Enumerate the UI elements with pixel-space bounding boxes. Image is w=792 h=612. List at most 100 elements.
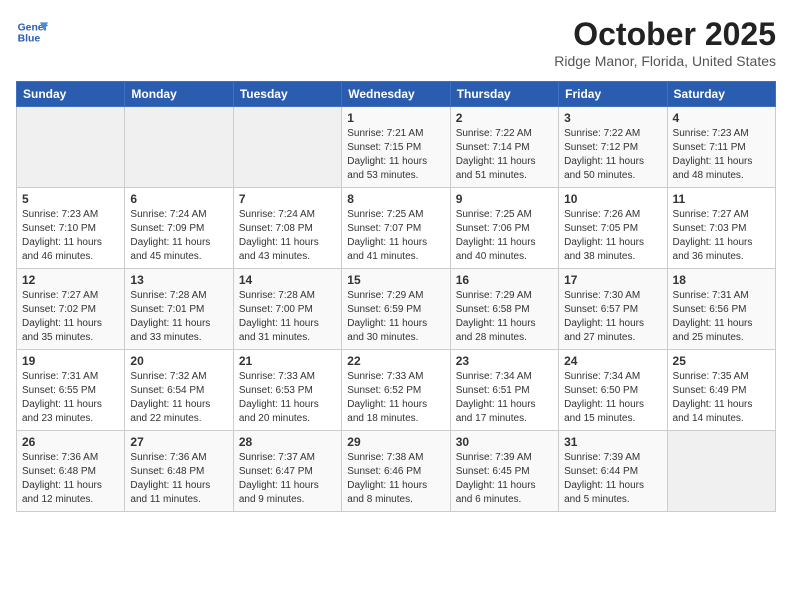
day-header-monday: Monday xyxy=(125,82,233,107)
day-info: Sunrise: 7:27 AM Sunset: 7:02 PM Dayligh… xyxy=(22,289,119,345)
calendar-week-4: 19 Sunrise: 7:31 AM Sunset: 6:55 PM Dayli… xyxy=(17,350,776,431)
day-number: 6 xyxy=(130,192,227,206)
title-block: October 2025 Ridge Manor, Florida, Unite… xyxy=(554,16,776,69)
day-info: Sunrise: 7:34 AM Sunset: 6:50 PM Dayligh… xyxy=(564,370,661,426)
calendar-week-3: 12 Sunrise: 7:27 AM Sunset: 7:02 PM Dayli… xyxy=(17,269,776,350)
day-number: 29 xyxy=(347,435,444,449)
day-header-saturday: Saturday xyxy=(667,82,775,107)
calendar-cell: 11 Sunrise: 7:27 AM Sunset: 7:03 PM Dayli… xyxy=(667,188,775,269)
day-number: 27 xyxy=(130,435,227,449)
calendar-cell: 23 Sunrise: 7:34 AM Sunset: 6:51 PM Dayli… xyxy=(450,350,558,431)
calendar-cell: 17 Sunrise: 7:30 AM Sunset: 6:57 PM Dayli… xyxy=(559,269,667,350)
day-number: 7 xyxy=(239,192,336,206)
calendar-cell: 19 Sunrise: 7:31 AM Sunset: 6:55 PM Dayli… xyxy=(17,350,125,431)
month-title: October 2025 xyxy=(554,16,776,53)
calendar-cell: 6Sunrise: 7:24 AM Sunset: 7:09 PM Daylig… xyxy=(125,188,233,269)
day-number: 17 xyxy=(564,273,661,287)
day-number: 21 xyxy=(239,354,336,368)
day-number: 20 xyxy=(130,354,227,368)
calendar-cell: 8Sunrise: 7:25 AM Sunset: 7:07 PM Daylig… xyxy=(342,188,450,269)
day-number: 11 xyxy=(673,192,770,206)
day-number: 14 xyxy=(239,273,336,287)
day-header-sunday: Sunday xyxy=(17,82,125,107)
calendar-cell: 4Sunrise: 7:23 AM Sunset: 7:11 PM Daylig… xyxy=(667,107,775,188)
day-number: 22 xyxy=(347,354,444,368)
calendar-cell: 9Sunrise: 7:25 AM Sunset: 7:06 PM Daylig… xyxy=(450,188,558,269)
calendar-cell: 16 Sunrise: 7:29 AM Sunset: 6:58 PM Dayli… xyxy=(450,269,558,350)
day-info: Sunrise: 7:32 AM Sunset: 6:54 PM Dayligh… xyxy=(130,370,227,426)
day-number: 25 xyxy=(673,354,770,368)
logo-icon: General Blue xyxy=(16,16,48,48)
logo: General Blue xyxy=(16,16,48,48)
calendar-cell xyxy=(233,107,341,188)
calendar-cell: 25Sunrise: 7:35 AM Sunset: 6:49 PM Dayli… xyxy=(667,350,775,431)
day-info: Sunrise: 7:25 AM Sunset: 7:06 PM Dayligh… xyxy=(456,208,553,264)
day-info: Sunrise: 7:33 AM Sunset: 6:53 PM Dayligh… xyxy=(239,370,336,426)
day-info: Sunrise: 7:22 AM Sunset: 7:12 PM Dayligh… xyxy=(564,127,661,183)
calendar-cell xyxy=(667,431,775,512)
day-number: 24 xyxy=(564,354,661,368)
day-number: 26 xyxy=(22,435,119,449)
day-info: Sunrise: 7:24 AM Sunset: 7:08 PM Dayligh… xyxy=(239,208,336,264)
day-header-thursday: Thursday xyxy=(450,82,558,107)
day-info: Sunrise: 7:28 AM Sunset: 7:00 PM Dayligh… xyxy=(239,289,336,345)
day-info: Sunrise: 7:28 AM Sunset: 7:01 PM Dayligh… xyxy=(130,289,227,345)
day-info: Sunrise: 7:31 AM Sunset: 6:56 PM Dayligh… xyxy=(673,289,770,345)
calendar-cell: 3Sunrise: 7:22 AM Sunset: 7:12 PM Daylig… xyxy=(559,107,667,188)
day-number: 31 xyxy=(564,435,661,449)
day-number: 23 xyxy=(456,354,553,368)
calendar-cell: 24 Sunrise: 7:34 AM Sunset: 6:50 PM Dayli… xyxy=(559,350,667,431)
day-number: 1 xyxy=(347,111,444,125)
calendar-cell: 28Sunrise: 7:37 AM Sunset: 6:47 PM Dayli… xyxy=(233,431,341,512)
calendar-cell: 31Sunrise: 7:39 AM Sunset: 6:44 PM Dayli… xyxy=(559,431,667,512)
calendar-cell: 5 Sunrise: 7:23 AM Sunset: 7:10 PM Daylig… xyxy=(17,188,125,269)
day-header-wednesday: Wednesday xyxy=(342,82,450,107)
day-info: Sunrise: 7:31 AM Sunset: 6:55 PM Dayligh… xyxy=(22,370,119,426)
day-number: 10 xyxy=(564,192,661,206)
day-number: 16 xyxy=(456,273,553,287)
svg-text:Blue: Blue xyxy=(18,34,41,45)
calendar-cell: 22 Sunrise: 7:33 AM Sunset: 6:52 PM Dayli… xyxy=(342,350,450,431)
day-info: Sunrise: 7:23 AM Sunset: 7:10 PM Dayligh… xyxy=(22,208,119,264)
day-number: 15 xyxy=(347,273,444,287)
day-number: 18 xyxy=(673,273,770,287)
day-info: Sunrise: 7:26 AM Sunset: 7:05 PM Dayligh… xyxy=(564,208,661,264)
day-info: Sunrise: 7:22 AM Sunset: 7:14 PM Dayligh… xyxy=(456,127,553,183)
day-header-friday: Friday xyxy=(559,82,667,107)
day-info: Sunrise: 7:33 AM Sunset: 6:52 PM Dayligh… xyxy=(347,370,444,426)
calendar-cell: 18 Sunrise: 7:31 AM Sunset: 6:56 PM Dayli… xyxy=(667,269,775,350)
calendar-table: SundayMondayTuesdayWednesdayThursdayFrid… xyxy=(16,81,776,512)
day-info: Sunrise: 7:29 AM Sunset: 6:58 PM Dayligh… xyxy=(456,289,553,345)
calendar-cell: 10 Sunrise: 7:26 AM Sunset: 7:05 PM Dayli… xyxy=(559,188,667,269)
calendar-cell xyxy=(17,107,125,188)
day-info: Sunrise: 7:30 AM Sunset: 6:57 PM Dayligh… xyxy=(564,289,661,345)
day-info: Sunrise: 7:29 AM Sunset: 6:59 PM Dayligh… xyxy=(347,289,444,345)
calendar-cell: 26 Sunrise: 7:36 AM Sunset: 6:48 PM Dayli… xyxy=(17,431,125,512)
day-info: Sunrise: 7:21 AM Sunset: 7:15 PM Dayligh… xyxy=(347,127,444,183)
day-number: 8 xyxy=(347,192,444,206)
calendar-cell xyxy=(125,107,233,188)
calendar-cell: 13Sunrise: 7:28 AM Sunset: 7:01 PM Dayli… xyxy=(125,269,233,350)
calendar-cell: 29Sunrise: 7:38 AM Sunset: 6:46 PM Dayli… xyxy=(342,431,450,512)
day-info: Sunrise: 7:36 AM Sunset: 6:48 PM Dayligh… xyxy=(130,451,227,507)
calendar-cell: 27 Sunrise: 7:36 AM Sunset: 6:48 PM Dayli… xyxy=(125,431,233,512)
calendar-cell: 21 Sunrise: 7:33 AM Sunset: 6:53 PM Dayli… xyxy=(233,350,341,431)
day-number: 4 xyxy=(673,111,770,125)
calendar-cell: 7 Sunrise: 7:24 AM Sunset: 7:08 PM Daylig… xyxy=(233,188,341,269)
day-info: Sunrise: 7:27 AM Sunset: 7:03 PM Dayligh… xyxy=(673,208,770,264)
day-number: 2 xyxy=(456,111,553,125)
calendar-week-1: 1 Sunrise: 7:21 AM Sunset: 7:15 PM Daylig… xyxy=(17,107,776,188)
day-number: 19 xyxy=(22,354,119,368)
day-info: Sunrise: 7:39 AM Sunset: 6:45 PM Dayligh… xyxy=(456,451,553,507)
page-header: General Blue October 2025 Ridge Manor, F… xyxy=(16,16,776,69)
calendar-cell: 1 Sunrise: 7:21 AM Sunset: 7:15 PM Daylig… xyxy=(342,107,450,188)
day-info: Sunrise: 7:34 AM Sunset: 6:51 PM Dayligh… xyxy=(456,370,553,426)
calendar-week-2: 5 Sunrise: 7:23 AM Sunset: 7:10 PM Daylig… xyxy=(17,188,776,269)
day-number: 12 xyxy=(22,273,119,287)
calendar-cell: 2 Sunrise: 7:22 AM Sunset: 7:14 PM Daylig… xyxy=(450,107,558,188)
day-number: 5 xyxy=(22,192,119,206)
day-number: 30 xyxy=(456,435,553,449)
calendar-header-row: SundayMondayTuesdayWednesdayThursdayFrid… xyxy=(17,82,776,107)
day-info: Sunrise: 7:36 AM Sunset: 6:48 PM Dayligh… xyxy=(22,451,119,507)
calendar-cell: 15 Sunrise: 7:29 AM Sunset: 6:59 PM Dayli… xyxy=(342,269,450,350)
